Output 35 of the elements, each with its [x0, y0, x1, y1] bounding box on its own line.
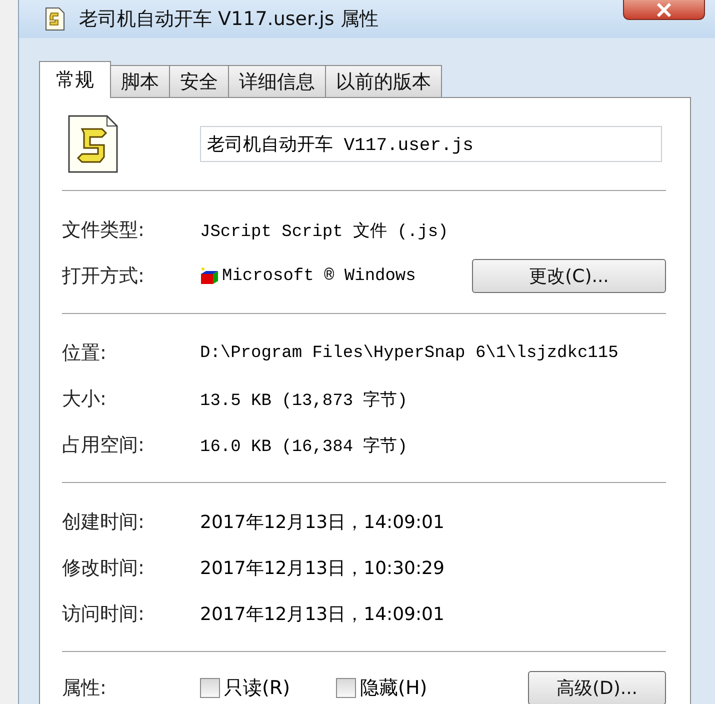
field-label: 访问时间: [62, 602, 146, 627]
tab[interactable]: 以前的版本 [325, 65, 442, 97]
field-label: 修改时间: [62, 556, 146, 581]
field-value: 16.0 KB (16,384 字节) [200, 436, 408, 456]
field-label: 打开方式: [62, 264, 146, 289]
application-icon [200, 267, 220, 285]
field-value: 2017年12月13日，14:09:01 [200, 603, 444, 626]
tab[interactable]: 安全 [169, 65, 229, 97]
checkbox-label: 只读(R) [224, 676, 290, 701]
field-label: 占用空间: [62, 433, 146, 458]
field-label: 文件类型: [62, 218, 146, 243]
tab[interactable]: 详细信息 [228, 65, 326, 97]
tab[interactable]: 常规 [39, 61, 111, 98]
script-file-icon [45, 7, 65, 31]
checkbox-label: 隐藏(H) [360, 676, 428, 701]
field-label: 大小: [62, 387, 108, 412]
script-file-icon [68, 115, 118, 173]
window-title: 老司机自动开车 V117.user.js 属性 [79, 7, 378, 32]
field-value: Microsoft ® Windows [222, 266, 416, 286]
tab[interactable]: 脚本 [110, 65, 170, 97]
field-value: 2017年12月13日，10:30:29 [200, 557, 444, 580]
checkbox[interactable] [200, 678, 220, 698]
field-label: 属性: [62, 676, 108, 701]
close-icon [654, 2, 674, 16]
file-name-field[interactable]: 老司机自动开车 V117.user.js [200, 126, 662, 162]
advanced-button[interactable]: 高级(D)... [528, 671, 666, 704]
field-value: D:\Program Files\HyperSnap 6\1\lsjzdkc115 [200, 344, 618, 362]
checkbox[interactable] [336, 678, 356, 698]
field-label: 创建时间: [62, 510, 146, 535]
change-button[interactable]: 更改(C)... [472, 259, 666, 293]
field-label: 位置: [62, 341, 108, 366]
field-value: 13.5 KB (13,873 字节) [200, 390, 408, 410]
field-value: JScript Script 文件 (.js) [200, 221, 448, 242]
close-button[interactable] [623, 0, 705, 20]
field-value: 2017年12月13日，14:09:01 [200, 511, 444, 534]
